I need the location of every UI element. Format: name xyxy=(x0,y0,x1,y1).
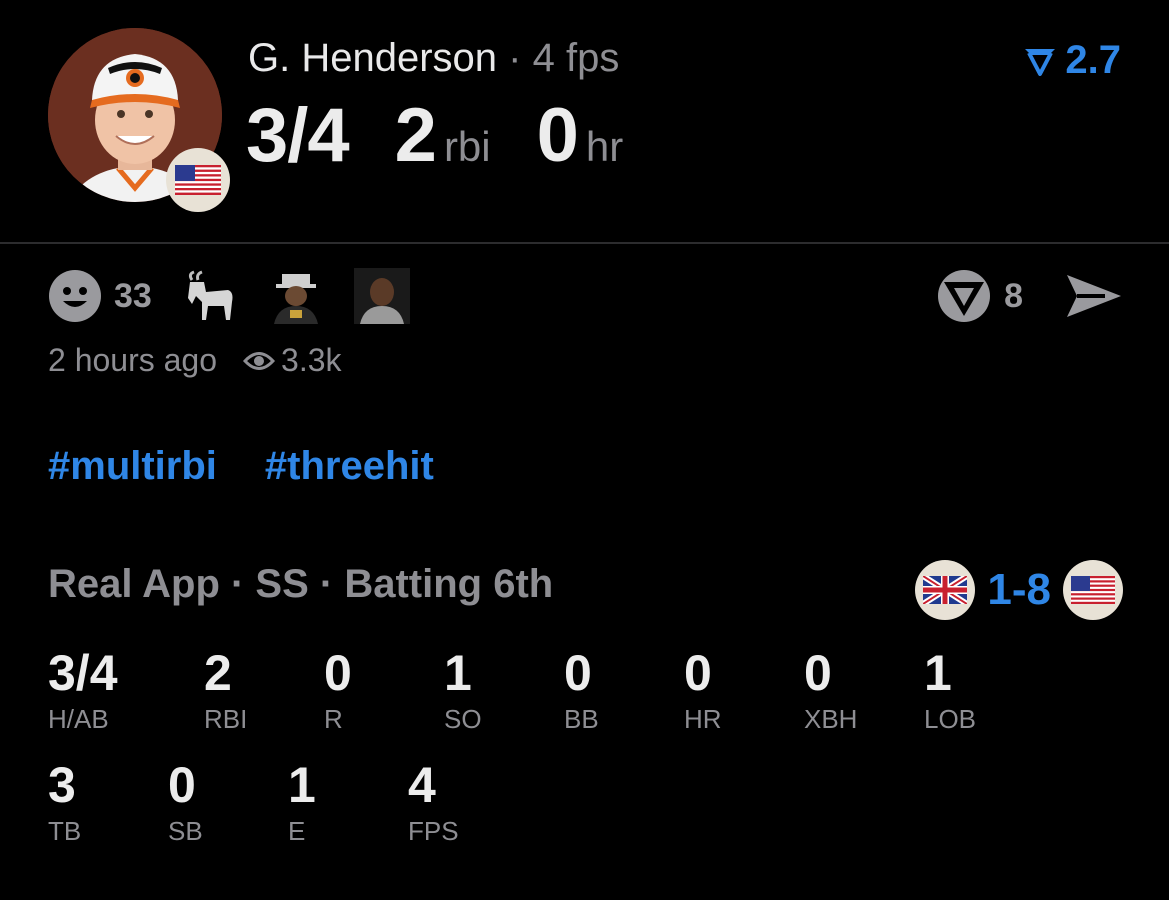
stat-label: HR xyxy=(684,704,722,734)
stat-label: XBH xyxy=(804,704,858,734)
headline-hr-value: 0 xyxy=(536,93,579,178)
comment-icon[interactable] xyxy=(936,268,992,324)
uk-flag-icon xyxy=(923,576,968,604)
stat-label: FPS xyxy=(408,816,459,846)
player-name[interactable]: G. Henderson xyxy=(248,36,497,80)
divider xyxy=(0,242,1169,244)
eye-icon xyxy=(243,351,276,370)
headline-rbi-value: 2 xyxy=(394,93,437,178)
stat-label: E xyxy=(288,816,306,846)
stat-value: 1 xyxy=(444,645,472,701)
stat-sb: 0 SB xyxy=(168,760,203,847)
post-actions: 8 xyxy=(936,268,1123,324)
stat-value: 1 xyxy=(288,757,316,813)
view-count: 3.3k xyxy=(281,342,342,378)
stat-value: 4 xyxy=(408,757,436,813)
stat-value: 0 xyxy=(564,645,592,701)
stat-h-ab: 3/4 H/AB xyxy=(48,648,118,735)
filter-funnel-icon xyxy=(1025,48,1056,76)
person-sticker-icon xyxy=(273,274,318,324)
stat-label: R xyxy=(324,704,343,734)
person-sticker-icon xyxy=(353,268,410,324)
score-value: 1-8 xyxy=(987,565,1051,614)
stat-tb: 3 TB xyxy=(48,760,81,847)
hashtag-link[interactable]: #threehit xyxy=(265,444,434,488)
stat-value: 3/4 xyxy=(48,645,118,701)
stat-value: 0 xyxy=(804,645,832,701)
away-team-badge xyxy=(915,560,976,620)
post-meta: 2 hours ago 3.3k xyxy=(48,342,342,379)
headline-hits: 3/4 xyxy=(246,93,350,178)
stat-label: BB xyxy=(564,704,599,734)
stat-r: 0 R xyxy=(324,648,352,735)
game-score[interactable]: 1-8 xyxy=(915,560,1123,620)
stat-label: RBI xyxy=(204,704,248,734)
stat-value: 3 xyxy=(48,757,76,813)
reaction-sticker-2[interactable] xyxy=(353,268,410,324)
stat-value: 1 xyxy=(924,645,952,701)
headline-stats: 3/4 2 rbi 0 hr xyxy=(246,92,623,179)
stat-label: SB xyxy=(168,816,203,846)
stat-value: 0 xyxy=(684,645,712,701)
hashtag-list: #multirbi #threehit xyxy=(48,444,434,489)
stat-rbi: 2 RBI xyxy=(204,648,247,735)
stat-value: 2 xyxy=(204,645,232,701)
headline-rbi-unit: rbi xyxy=(443,123,491,170)
stat-label: SO xyxy=(444,704,482,734)
reaction-count: 33 xyxy=(114,276,152,315)
goat-emoji[interactable] xyxy=(182,268,238,324)
reaction-sticker-1[interactable] xyxy=(268,268,324,324)
stat-e: 1 E xyxy=(288,760,316,847)
separator: · xyxy=(508,36,522,80)
stat-bb: 0 BB xyxy=(564,648,599,735)
time-ago: 2 hours ago xyxy=(48,342,218,378)
stat-label: H/AB xyxy=(48,704,109,734)
stat-value: 0 xyxy=(168,757,196,813)
hashtag-link[interactable]: #multirbi xyxy=(48,444,217,488)
game-context: Real App · SS · Batting 6th xyxy=(48,562,554,606)
stat-fps: 4 FPS xyxy=(408,760,459,847)
rating-badge[interactable]: 2.7 xyxy=(1023,38,1121,83)
stat-value: 0 xyxy=(324,645,352,701)
stat-lob: 1 LOB xyxy=(924,648,976,735)
headline-hr-unit: hr xyxy=(585,123,624,170)
rating-value: 2.7 xyxy=(1065,38,1121,82)
smile-icon[interactable] xyxy=(48,269,102,323)
send-icon[interactable] xyxy=(1065,271,1123,321)
fps-label: 4 fps xyxy=(532,36,620,80)
stat-label: TB xyxy=(48,816,82,846)
goat-icon xyxy=(187,270,233,320)
comment-count: 8 xyxy=(1004,276,1023,315)
stat-hr: 0 HR xyxy=(684,648,722,735)
player-line: G. Henderson · 4 fps xyxy=(248,36,619,81)
us-flag-icon xyxy=(175,165,221,195)
stat-so: 1 SO xyxy=(444,648,482,735)
stat-xbh: 0 XBH xyxy=(804,648,857,735)
stat-label: LOB xyxy=(924,704,977,734)
nationality-badge xyxy=(166,148,230,212)
home-team-badge xyxy=(1063,560,1123,620)
reaction-row: 33 xyxy=(48,268,410,324)
us-flag-icon xyxy=(1071,576,1115,604)
